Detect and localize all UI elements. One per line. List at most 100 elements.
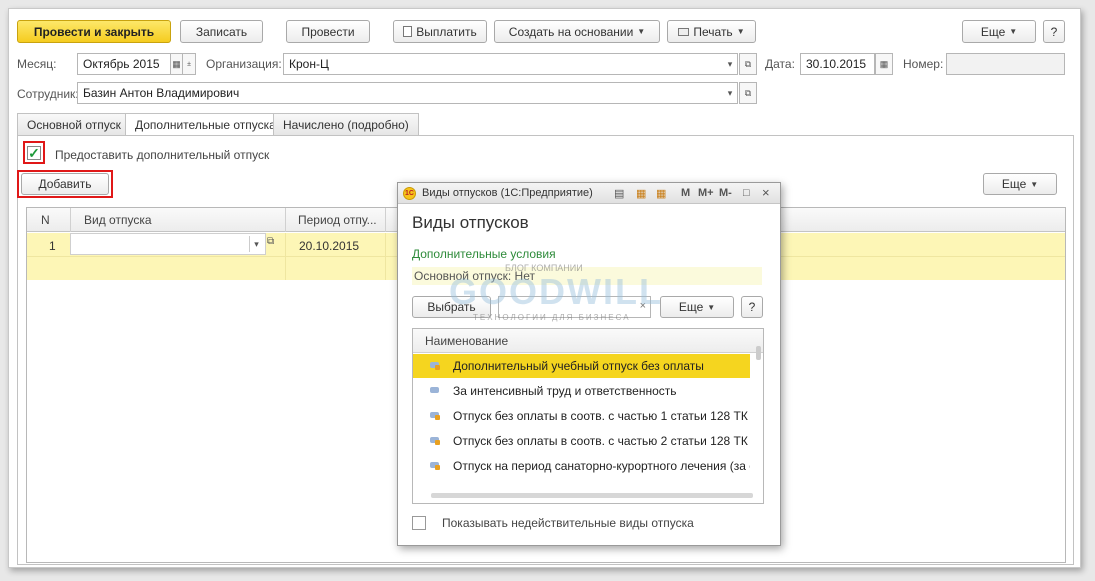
column-leave-type[interactable]: Вид отпуска bbox=[84, 213, 152, 227]
leave-type-icon bbox=[430, 462, 440, 470]
app-logo-icon: 1С bbox=[403, 187, 416, 200]
organization-label: Организация: bbox=[206, 57, 282, 71]
month-field[interactable]: Октябрь 2015 bbox=[77, 53, 171, 75]
pay-button[interactable]: Выплатить bbox=[393, 20, 487, 43]
list-item-label: За интенсивный труд и ответственность bbox=[453, 384, 677, 398]
post-label: Провести bbox=[301, 24, 355, 39]
calendar-icon[interactable]: ▦ bbox=[656, 187, 666, 200]
show-invalid-label: Показывать недействительные виды отпуска bbox=[442, 516, 694, 530]
post-button[interactable]: Провести bbox=[286, 20, 370, 43]
leave-type-icon bbox=[430, 387, 439, 393]
dialog-title: Виды отпусков (1С:Предприятие) bbox=[422, 187, 593, 199]
leave-types-dialog: 1С Виды отпусков (1С:Предприятие) ▤ ▦ ▦ … bbox=[397, 182, 781, 546]
period-value: 20.10.2015 bbox=[299, 239, 360, 253]
save-label: Записать bbox=[195, 24, 248, 39]
list-item-label: Отпуск без оплаты в соотв. с частью 1 ст… bbox=[453, 409, 750, 423]
help-label: ? bbox=[1050, 24, 1058, 39]
tab-accrued-details[interactable]: Начислено (подробно) bbox=[273, 113, 419, 135]
tab-main-leave[interactable]: Основной отпуск bbox=[17, 113, 131, 135]
help-button[interactable]: ? bbox=[1043, 20, 1065, 43]
grant-additional-leave-checkbox[interactable]: ✓ bbox=[27, 146, 41, 160]
list-item[interactable]: Отпуск без оплаты в соотв. с частью 1 ст… bbox=[413, 404, 750, 428]
open-icon[interactable]: ⧉ bbox=[267, 236, 274, 247]
dialog-help-label: ? bbox=[748, 300, 756, 314]
list-item-label: Отпуск без оплаты в соотв. с частью 2 ст… bbox=[453, 434, 750, 448]
leave-types-list: Наименование Дополнительный учебный отпу… bbox=[412, 328, 764, 504]
table-more-label: Еще bbox=[1001, 177, 1027, 191]
employee-field[interactable]: Базин Антон Владимирович bbox=[77, 82, 738, 104]
additional-conditions-link[interactable]: Дополнительные условия bbox=[412, 247, 556, 261]
print-label: Печать bbox=[693, 24, 733, 39]
tab-additional-leave[interactable]: Дополнительные отпуска bbox=[125, 113, 286, 136]
chevron-down-icon: ▼ bbox=[1030, 179, 1039, 189]
chevron-down-icon: ▼ bbox=[707, 302, 716, 312]
column-n[interactable]: N bbox=[41, 213, 50, 227]
dropdown-icon[interactable]: ▾ bbox=[721, 83, 739, 103]
list-item[interactable]: Дополнительный учебный отпуск без оплаты bbox=[413, 354, 750, 378]
search-input[interactable]: × bbox=[498, 296, 651, 318]
chevron-down-icon: ▼ bbox=[637, 27, 646, 36]
number-label: Номер: bbox=[903, 57, 944, 71]
dropdown-icon[interactable]: ▾ bbox=[721, 54, 739, 74]
grant-additional-leave-label: Предоставить дополнительный отпуск bbox=[55, 148, 270, 162]
column-period[interactable]: Период отпу... bbox=[298, 213, 377, 227]
open-icon[interactable]: ⧉ bbox=[739, 82, 757, 104]
row-number: 1 bbox=[49, 239, 56, 253]
column-name[interactable]: Наименование bbox=[413, 329, 763, 353]
add-label: Добавить bbox=[38, 177, 92, 191]
open-icon[interactable]: ⧉ bbox=[739, 53, 757, 75]
select-button[interactable]: Выбрать bbox=[412, 296, 491, 318]
chevron-down-icon: ▼ bbox=[736, 27, 745, 36]
date-field[interactable]: 30.10.2015 bbox=[800, 53, 875, 75]
create-based-on-button[interactable]: Создать на основании ▼ bbox=[494, 20, 660, 43]
dialog-heading: Виды отпусков bbox=[412, 213, 529, 232]
document-icon bbox=[403, 26, 413, 37]
leave-type-icon bbox=[430, 412, 440, 420]
close-icon[interactable]: × bbox=[762, 185, 770, 200]
number-field[interactable] bbox=[946, 53, 1065, 75]
vertical-scrollbar[interactable] bbox=[756, 346, 761, 360]
pay-label: Выплатить bbox=[416, 24, 477, 39]
chevron-down-icon: ▼ bbox=[1009, 27, 1018, 36]
create-based-on-label: Создать на основании bbox=[508, 24, 634, 39]
memory-icon[interactable]: M bbox=[681, 187, 690, 199]
leave-type-cell-input[interactable] bbox=[70, 233, 266, 255]
calendar-icon[interactable]: ▦ bbox=[875, 53, 893, 75]
dialog-more-button[interactable]: Еще ▼ bbox=[660, 296, 734, 318]
organization-field[interactable]: Крон-Ц bbox=[283, 53, 738, 75]
save-button[interactable]: Записать bbox=[180, 20, 263, 43]
list-item-label: Отпуск на период санаторно-курортного ле… bbox=[453, 459, 750, 473]
list-item[interactable]: Отпуск без оплаты в соотв. с частью 2 ст… bbox=[413, 429, 750, 453]
list-item[interactable]: За интенсивный труд и ответственность bbox=[413, 379, 750, 403]
table-more-button[interactable]: Еще ▼ bbox=[983, 173, 1057, 195]
more-label: Еще bbox=[980, 24, 1006, 39]
leave-type-icon bbox=[430, 437, 440, 445]
post-and-close-label: Провести и закрыть bbox=[33, 24, 155, 39]
month-label: Месяц: bbox=[17, 57, 57, 71]
leave-type-icon bbox=[430, 362, 440, 370]
show-invalid-checkbox[interactable] bbox=[412, 516, 426, 530]
clear-icon[interactable]: × bbox=[640, 300, 646, 312]
dialog-more-label: Еще bbox=[678, 300, 704, 314]
more-button[interactable]: Еще ▼ bbox=[962, 20, 1036, 43]
memory-minus-icon[interactable]: M- bbox=[719, 187, 732, 199]
maximize-icon[interactable]: □ bbox=[743, 187, 750, 199]
dialog-titlebar: 1С Виды отпусков (1С:Предприятие) ▤ ▦ ▦ … bbox=[398, 183, 780, 204]
post-and-close-button[interactable]: Провести и закрыть bbox=[17, 20, 171, 43]
horizontal-scrollbar[interactable] bbox=[431, 493, 753, 498]
memory-plus-icon[interactable]: M+ bbox=[698, 187, 714, 199]
dialog-help-button[interactable]: ? bbox=[741, 296, 763, 318]
main-leave-note: Основной отпуск: Нет bbox=[412, 267, 762, 285]
employee-label: Сотрудник: bbox=[17, 87, 79, 101]
table-icon[interactable]: ▦ bbox=[636, 187, 646, 200]
stepper-icon[interactable]: ± bbox=[182, 53, 196, 75]
add-button[interactable]: Добавить bbox=[21, 173, 109, 195]
select-label: Выбрать bbox=[427, 300, 476, 314]
document-window: Провести и закрыть Записать Провести Вып… bbox=[8, 8, 1081, 568]
dropdown-icon[interactable]: ▾ bbox=[249, 236, 263, 252]
date-label: Дата: bbox=[765, 57, 795, 71]
document-icon[interactable]: ▤ bbox=[614, 187, 624, 200]
printer-icon bbox=[678, 27, 690, 36]
print-button[interactable]: Печать ▼ bbox=[667, 20, 756, 43]
list-item[interactable]: Отпуск на период санаторно-курортного ле… bbox=[413, 454, 750, 478]
